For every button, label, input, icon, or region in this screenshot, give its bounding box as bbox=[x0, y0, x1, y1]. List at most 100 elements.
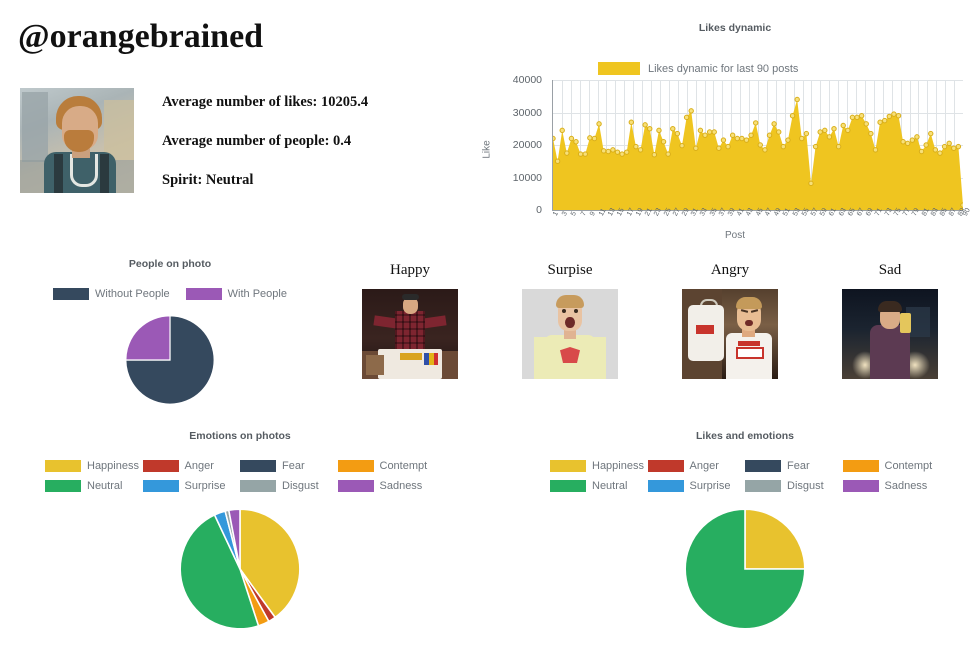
likes-data-point[interactable] bbox=[605, 148, 611, 155]
likes-data-point[interactable] bbox=[568, 135, 575, 142]
likes-data-point[interactable] bbox=[628, 119, 635, 125]
likes-data-point[interactable] bbox=[845, 127, 851, 134]
likes-data-point[interactable] bbox=[762, 147, 768, 153]
emotion-thumb-surprise[interactable] bbox=[522, 289, 618, 379]
legend-item[interactable]: Disgust bbox=[240, 480, 338, 492]
likes-data-point[interactable] bbox=[729, 132, 736, 138]
likes-data-point[interactable] bbox=[941, 143, 948, 150]
emotion-thumb-angry[interactable] bbox=[682, 289, 778, 379]
legend-item[interactable]: Surprise bbox=[142, 480, 241, 492]
legend-item[interactable]: Anger bbox=[647, 460, 746, 472]
pie-slice[interactable] bbox=[125, 315, 171, 361]
likes-data-point[interactable] bbox=[734, 135, 740, 142]
likes-data-point[interactable] bbox=[900, 139, 906, 145]
likes-data-point[interactable] bbox=[642, 122, 648, 128]
likes-data-point[interactable] bbox=[766, 132, 773, 138]
likes-data-point[interactable] bbox=[891, 111, 897, 117]
likes-data-point[interactable] bbox=[881, 117, 888, 124]
likes-data-point[interactable] bbox=[799, 135, 805, 142]
legend-item[interactable]: Fear bbox=[240, 460, 338, 472]
likes-data-point[interactable] bbox=[647, 126, 653, 132]
likes-data-point[interactable] bbox=[614, 149, 621, 155]
likes-data-point[interactable] bbox=[582, 151, 588, 157]
likes-data-point[interactable] bbox=[683, 114, 690, 121]
likes-data-point[interactable] bbox=[895, 113, 902, 119]
likes-data-point[interactable] bbox=[651, 152, 658, 158]
likes-data-point[interactable] bbox=[914, 134, 920, 140]
likes-data-point[interactable] bbox=[706, 129, 713, 135]
likes-data-point[interactable] bbox=[753, 120, 759, 126]
likes-data-point[interactable] bbox=[573, 139, 579, 145]
legend-item[interactable]: Surprise bbox=[647, 480, 746, 492]
likes-data-point[interactable] bbox=[665, 151, 671, 157]
likes-data-point[interactable] bbox=[905, 140, 911, 147]
legend-item[interactable]: Sadness bbox=[337, 480, 436, 492]
likes-data-point[interactable] bbox=[656, 127, 662, 134]
legend-item[interactable]: Happiness bbox=[45, 460, 143, 472]
likes-data-point[interactable] bbox=[559, 127, 565, 134]
likes-data-point[interactable] bbox=[711, 129, 717, 135]
likes-data-point[interactable] bbox=[918, 148, 925, 155]
likes-data-point[interactable] bbox=[554, 158, 561, 164]
likes-data-point[interactable] bbox=[812, 143, 819, 150]
likes-data-point[interactable] bbox=[739, 135, 745, 142]
likes-data-point[interactable] bbox=[780, 143, 787, 150]
likes-data-point[interactable] bbox=[564, 150, 570, 156]
likes-data-point[interactable] bbox=[946, 140, 952, 147]
legend-item[interactable]: Disgust bbox=[745, 480, 843, 492]
legend-item[interactable]: Contempt bbox=[842, 460, 941, 472]
likes-data-point[interactable] bbox=[886, 113, 892, 120]
likes-data-point[interactable] bbox=[951, 145, 957, 151]
likes-data-point[interactable] bbox=[932, 147, 939, 153]
likes-data-point[interactable] bbox=[854, 114, 860, 121]
likes-data-point[interactable] bbox=[840, 122, 846, 129]
likes-data-point[interactable] bbox=[600, 148, 607, 154]
likes-data-point[interactable] bbox=[748, 132, 754, 138]
likes-data-point[interactable] bbox=[849, 114, 856, 121]
legend-item[interactable]: Fear bbox=[745, 460, 843, 472]
likes-data-point[interactable] bbox=[679, 142, 685, 149]
likes-data-point[interactable] bbox=[923, 142, 929, 148]
likes-data-point[interactable] bbox=[619, 151, 625, 157]
likes-data-point[interactable] bbox=[776, 129, 782, 135]
legend-item[interactable]: Without People bbox=[53, 288, 170, 300]
likes-data-point[interactable] bbox=[771, 121, 777, 127]
legend-item[interactable]: Contempt bbox=[337, 460, 436, 472]
likes-data-point[interactable] bbox=[624, 149, 630, 155]
likes-data-point[interactable] bbox=[596, 121, 602, 127]
legend-item[interactable]: With People bbox=[185, 288, 287, 300]
likes-data-point[interactable] bbox=[720, 137, 727, 143]
likes-data-point[interactable] bbox=[610, 147, 616, 153]
likes-data-point[interactable] bbox=[591, 135, 598, 142]
legend-item[interactable]: Sadness bbox=[842, 480, 941, 492]
likes-data-point[interactable] bbox=[785, 137, 791, 143]
likes-data-point[interactable] bbox=[835, 143, 842, 150]
likes-data-point[interactable] bbox=[674, 130, 681, 137]
pie-slice[interactable] bbox=[744, 508, 806, 570]
legend-item[interactable]: Neutral bbox=[550, 480, 648, 492]
likes-data-point[interactable] bbox=[702, 132, 708, 138]
legend-item[interactable]: Neutral bbox=[45, 480, 143, 492]
likes-data-point[interactable] bbox=[955, 143, 962, 150]
likes-data-point[interactable] bbox=[872, 147, 879, 153]
likes-data-point[interactable] bbox=[877, 119, 883, 125]
likes-data-point[interactable] bbox=[817, 129, 823, 135]
likes-data-point[interactable] bbox=[660, 139, 667, 145]
likes-data-point[interactable] bbox=[826, 134, 833, 140]
emotion-thumb-happy[interactable] bbox=[362, 289, 458, 379]
likes-data-point[interactable] bbox=[831, 126, 837, 132]
likes-data-point[interactable] bbox=[725, 143, 731, 150]
likes-data-point[interactable] bbox=[794, 96, 800, 103]
likes-data-point[interactable] bbox=[803, 130, 810, 137]
likes-data-point[interactable] bbox=[928, 130, 934, 137]
likes-data-point[interactable] bbox=[868, 130, 874, 137]
likes-data-point[interactable] bbox=[688, 108, 694, 114]
likes-data-point[interactable] bbox=[587, 135, 593, 141]
legend-item[interactable]: Happiness bbox=[550, 460, 648, 472]
emotion-thumb-sad[interactable] bbox=[842, 289, 938, 379]
likes-data-point[interactable] bbox=[693, 145, 699, 151]
likes-data-point[interactable] bbox=[757, 142, 764, 148]
likes-data-point[interactable] bbox=[553, 135, 556, 142]
likes-data-point[interactable] bbox=[822, 127, 828, 134]
legend-item[interactable]: Anger bbox=[142, 460, 241, 472]
